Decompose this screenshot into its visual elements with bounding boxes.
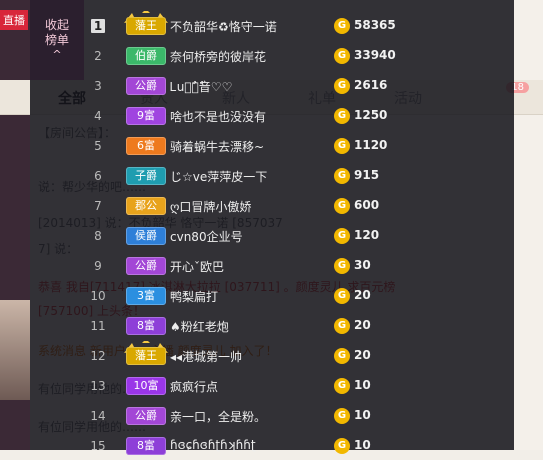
ranking-row[interactable]: 9 公爵 开心ˇ欧巴 G 30 [88,254,514,280]
level-badge: 6富 [126,137,166,155]
user-name[interactable]: 啥也不是也没没有 [170,108,266,125]
coin-icon: G [334,438,350,454]
collapse-label-2: 榜单 [44,33,69,47]
level-badge: 公爵 [126,77,166,95]
contribution-score: 600 [354,198,380,212]
coin-icon: G [334,378,350,394]
contribution-score: 10 [354,408,371,422]
rank-number: 14 [90,409,106,423]
rank-number: 13 [90,379,106,393]
level-badge: 藩王 [126,17,166,35]
collapse-ranking-button[interactable]: 收起 榜单 ^ [30,0,84,80]
coin-icon: G [334,108,350,124]
level-badge: 3富 [126,287,166,305]
ranking-row[interactable]: 1 藩王 不负韶华♻恪守一诺 G 58365 [88,9,514,40]
level-badge: 公爵 [126,407,166,425]
contribution-score: 2616 [354,78,388,92]
ranking-row[interactable]: 3 公爵 Ꮮu梦ٌ之ٌ音♡♡ G 2616 [88,74,514,100]
contribution-score: 120 [354,228,380,242]
user-name[interactable]: 开心ˇ欧巴 [170,258,224,275]
live-tag: 直播 [0,10,28,30]
user-name[interactable]: 不负韶华♻恪守一诺 [170,18,277,35]
coin-icon: G [334,78,350,94]
coin-icon: G [334,48,350,64]
level-badge: 藩王 [126,347,166,365]
coin-icon: G [334,258,350,274]
level-badge: 9富 [126,107,166,125]
ranking-row[interactable]: 13 10富 疯疯行点 G 10 [88,374,514,400]
user-name[interactable]: 疯疯行点 [170,378,218,395]
rank-number: 9 [94,259,102,273]
level-badge: 郡公 [126,197,166,215]
ranking-row[interactable]: 11 8富 ♠粉红老炮 G 20 [88,314,514,340]
contribution-score: 20 [354,288,371,302]
user-name[interactable]: ◂◂港城第一帅 [170,348,242,365]
ranking-row[interactable]: 10 3富 鸭梨扁打 G 20 [88,284,514,310]
contribution-score: 1250 [354,108,388,122]
coin-icon: G [334,228,350,244]
user-name[interactable]: 奈何桥旁的彼岸花 [170,48,266,65]
user-name[interactable]: ♠粉红老炮 [170,318,229,335]
contribution-score: 30 [354,258,371,272]
level-badge: 公爵 [126,257,166,275]
coin-icon: G [334,348,350,364]
coin-icon: G [334,138,350,154]
contribution-score: 33940 [354,48,396,62]
contribution-score: 58365 [354,18,396,32]
user-name[interactable]: 鸭梨扁打 [170,288,218,305]
user-name[interactable]: 骑着蜗牛去漂移~ [170,138,264,155]
ranking-row[interactable]: 8 侯爵 cvn80企业号 G 120 [88,224,514,250]
ranking-row[interactable]: 6 子爵 じ☆ve萍萍皮一下 G 915 [88,164,514,190]
ranking-row[interactable]: 5 6富 骑着蜗牛去漂移~ G 1120 [88,134,514,160]
coin-icon: G [334,18,350,34]
rank-number: 12 [90,349,106,363]
rank-number: 1 [91,19,105,33]
user-name[interactable]: Ꮮu梦ٌ之ٌ音♡♡ [170,78,232,95]
rank-number: 11 [90,319,106,333]
coin-icon: G [334,408,350,424]
rank-number: 3 [94,79,102,93]
contribution-score: 10 [354,378,371,392]
ranking-row[interactable]: 7 郡公 ღ口冒牌小傲娇 G 600 [88,194,514,220]
contribution-score: 20 [354,318,371,332]
level-badge: 10富 [126,377,166,395]
collapse-label-1: 收起 [44,18,69,32]
rank-number: 10 [90,289,106,303]
coin-icon: G [334,288,350,304]
rank-number: 2 [94,49,102,63]
rank-number: 5 [94,139,102,153]
contribution-score: 20 [354,348,371,362]
user-name[interactable]: じ☆ve萍萍皮一下 [170,168,267,185]
ranking-row[interactable]: 15 8富 ɦɞɕɦɞɦʈɦʞɦɦʈ G 10 [88,434,514,460]
chevron-up-icon: ^ [52,48,62,61]
left-thumbnail [0,300,30,400]
level-badge: 子爵 [126,167,166,185]
coin-icon: G [334,168,350,184]
level-badge: 伯爵 [126,47,166,65]
coin-icon: G [334,318,350,334]
user-name[interactable]: cvn80企业号 [170,228,243,245]
rank-number: 15 [90,439,106,453]
contribution-score: 915 [354,168,380,182]
rank-number: 8 [94,229,102,243]
coin-icon: G [334,198,350,214]
contribution-score: 1120 [354,138,388,152]
level-badge: 8富 [126,317,166,335]
user-name[interactable]: 亲一口，全是粉。 [170,408,266,425]
ranking-row[interactable]: 14 公爵 亲一口，全是粉。 G 10 [88,404,514,430]
ranking-row[interactable]: 4 9富 啥也不是也没没有 G 1250 [88,104,514,130]
rank-number: 7 [94,199,102,213]
ranking-row[interactable]: 12 藩王 ◂◂港城第一帅 G 20 [88,339,514,370]
user-name[interactable]: ღ口冒牌小傲娇 [170,198,251,215]
level-badge: 8富 [126,437,166,455]
rank-number: 6 [94,169,102,183]
ranking-row[interactable]: 2 伯爵 奈何桥旁的彼岸花 G 33940 [88,44,514,70]
rank-number: 4 [94,109,102,123]
level-badge: 侯爵 [126,227,166,245]
